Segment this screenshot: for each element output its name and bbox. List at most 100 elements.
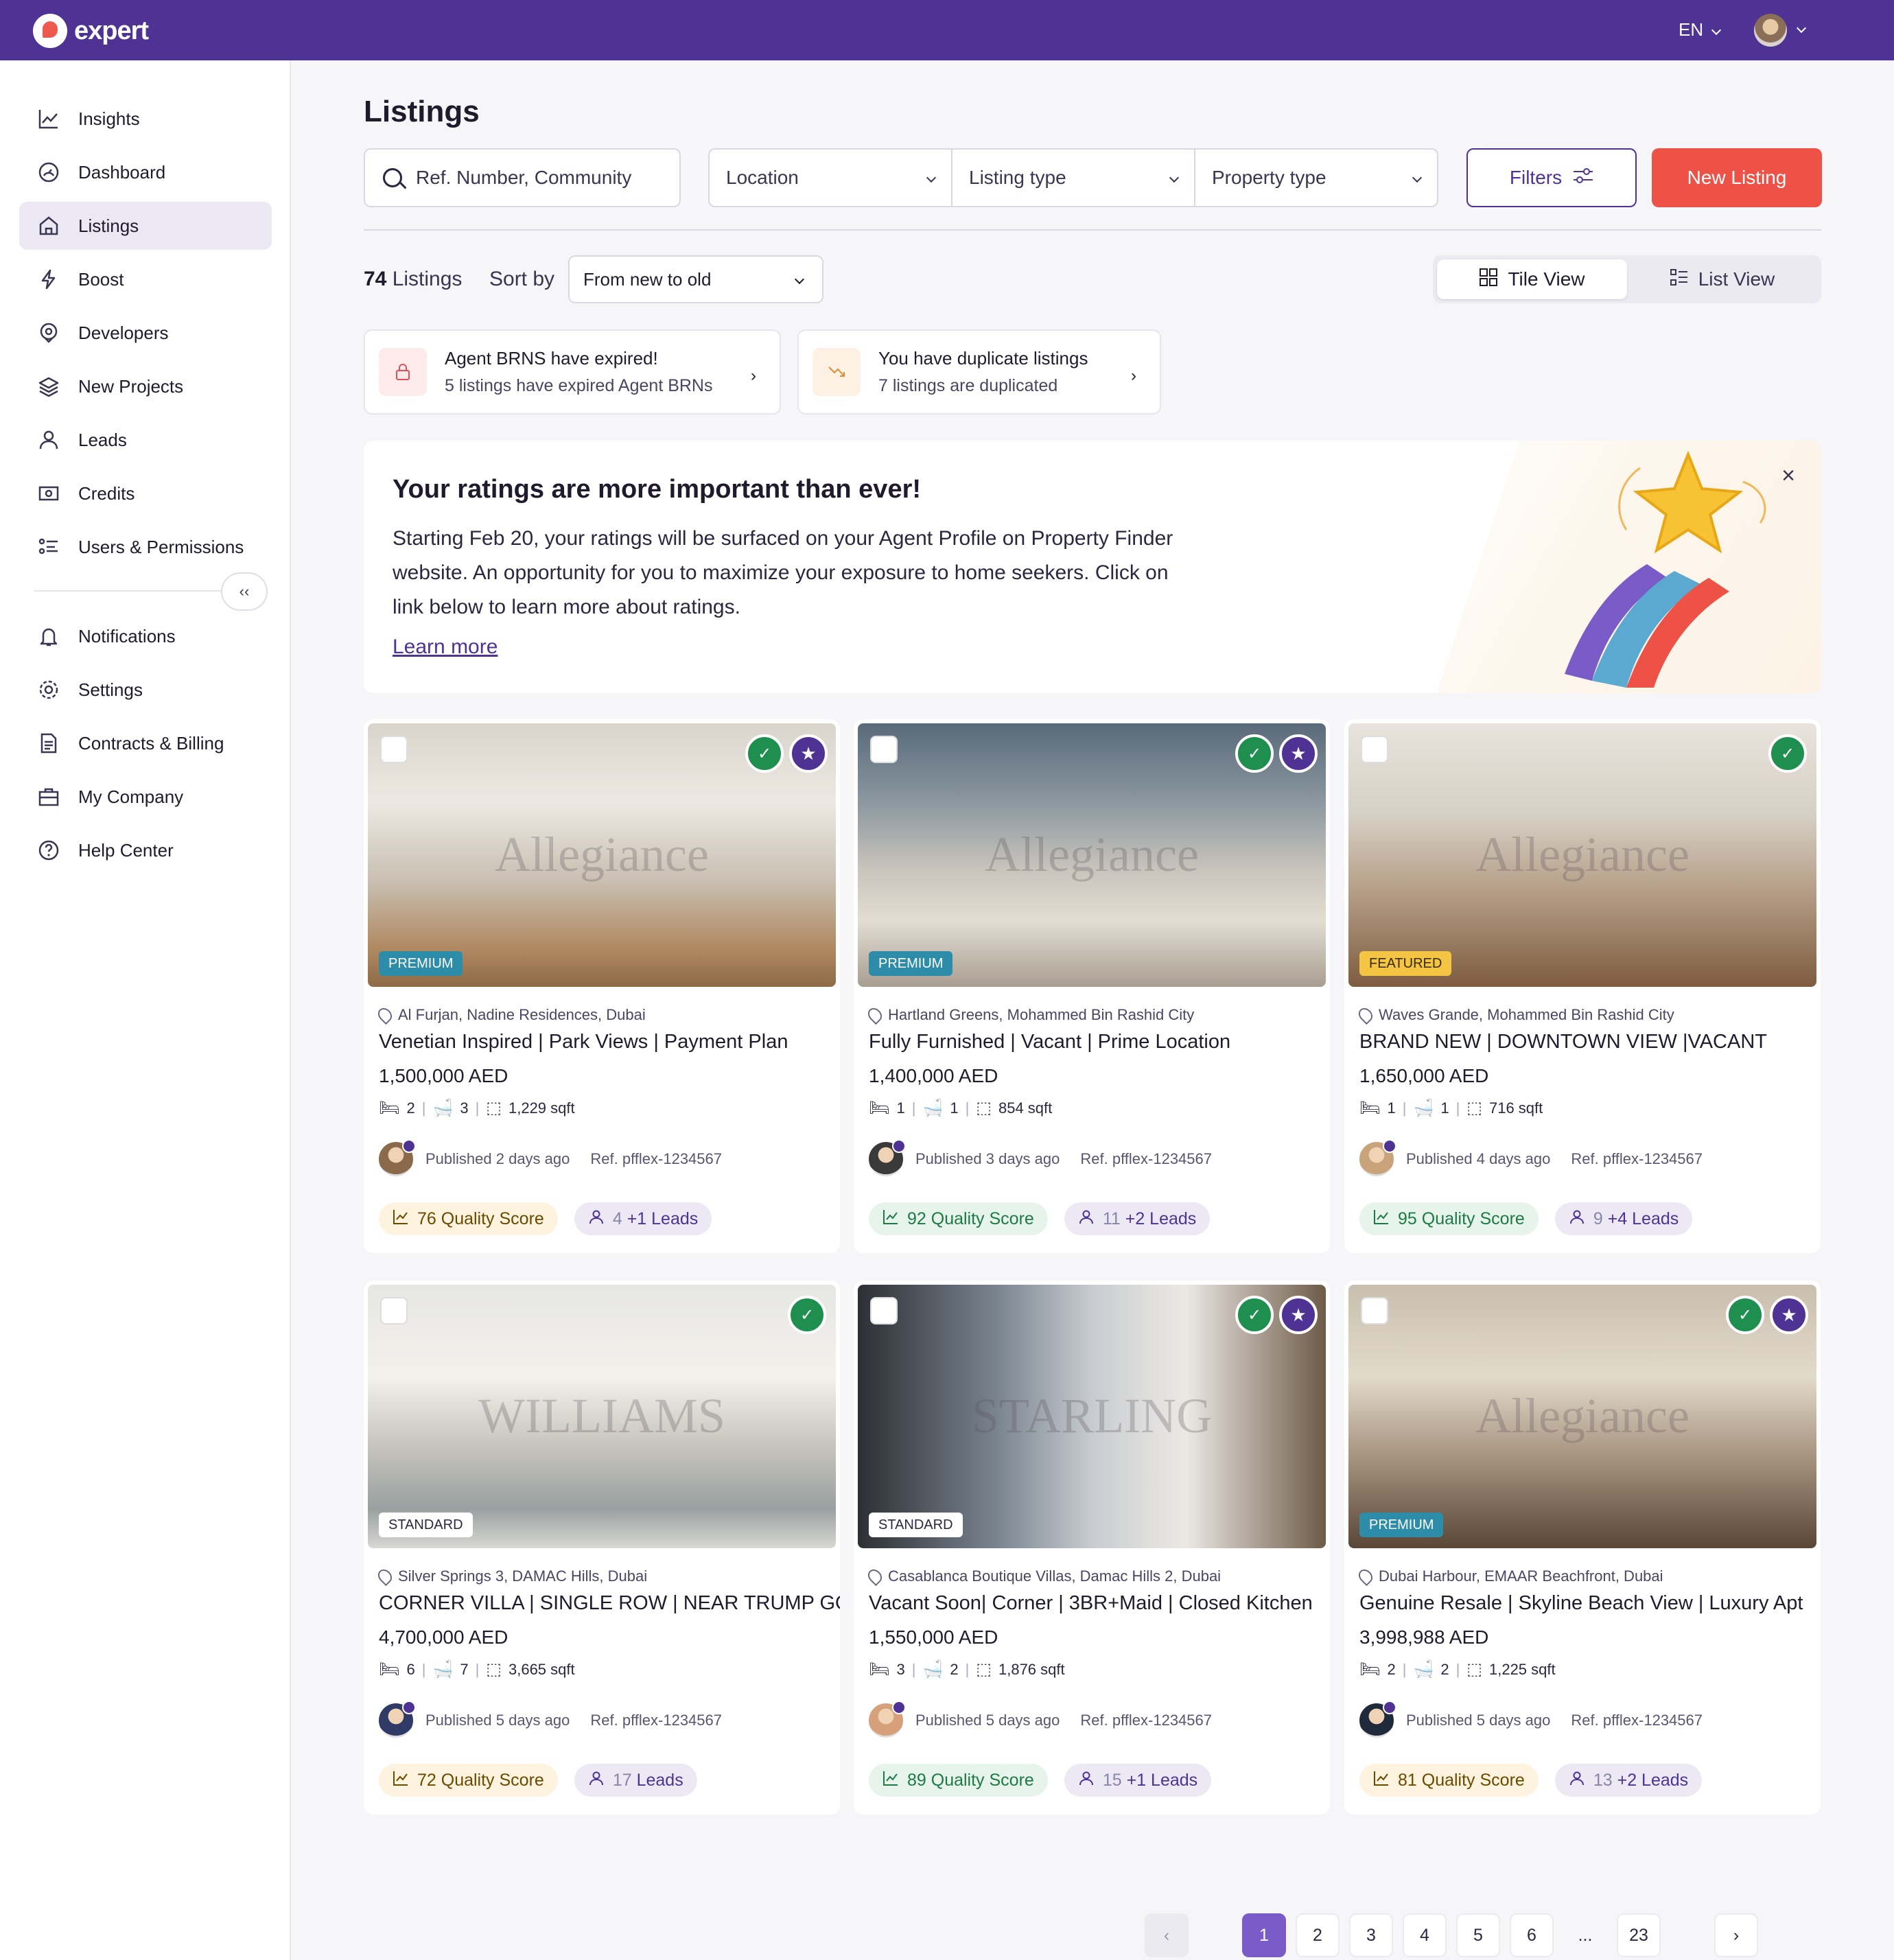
sidebar-item-my-company[interactable]: My Company [19, 773, 272, 821]
leads-chip[interactable]: 9 +4 Leads [1554, 1202, 1693, 1235]
listing-card[interactable]: Allegiance ✓ FEATURED Waves Grande, Moha… [1344, 719, 1821, 1253]
sidebar-item-users-permissions[interactable]: Users & Permissions [19, 523, 272, 571]
sidebar-item-dashboard[interactable]: Dashboard [19, 148, 272, 196]
listing-photo[interactable]: Allegiance ✓ ★ PREMIUM [858, 723, 1326, 987]
collapse-sidebar-button[interactable]: ‹‹ [221, 572, 268, 611]
page-button[interactable]: 5 [1456, 1913, 1500, 1957]
filters-button[interactable]: Filters [1466, 148, 1637, 207]
agent-avatar[interactable] [869, 1139, 906, 1176]
language-selector[interactable]: EN [1679, 19, 1722, 40]
gear-icon [37, 678, 60, 701]
sidebar-item-developers[interactable]: Developers [19, 309, 272, 357]
listing-title[interactable]: Vacant Soon| Corner | 3BR+Maid | Closed … [869, 1592, 1313, 1615]
leads-chip[interactable]: 17 Leads [574, 1764, 697, 1797]
leads-chip[interactable]: 15 +1 Leads [1064, 1764, 1212, 1797]
list-view-button[interactable]: List View [1627, 259, 1817, 299]
superagent-star-icon: ★ [1279, 1296, 1318, 1334]
quality-score-chip[interactable]: 72 Quality Score [379, 1764, 558, 1797]
page-button[interactable]: 3 [1349, 1913, 1393, 1957]
listing-title[interactable]: Genuine Resale | Skyline Beach View | Lu… [1359, 1592, 1803, 1615]
location-dropdown[interactable]: Location [710, 150, 952, 206]
search-input[interactable]: Ref. Number, Community [364, 148, 681, 207]
leads-chip[interactable]: 13 +2 Leads [1554, 1764, 1703, 1797]
new-listing-button[interactable]: New Listing [1652, 148, 1822, 207]
listing-card[interactable]: Allegiance ✓ ★ PREMIUM Hartland Greens, … [854, 719, 1330, 1253]
listing-photo[interactable]: Allegiance ✓ ★ PREMIUM [1348, 1285, 1816, 1548]
leads-chip[interactable]: 11 +2 Leads [1064, 1202, 1211, 1235]
listing-title[interactable]: BRAND NEW | DOWNTOWN VIEW |VACANT [1359, 1031, 1767, 1053]
quality-score-chip[interactable]: 76 Quality Score [379, 1202, 558, 1235]
listing-chips: 76 Quality Score 4 +1 Leads [379, 1202, 712, 1235]
quality-score-chip[interactable]: 89 Quality Score [869, 1764, 1048, 1797]
chevron-down-icon[interactable] [1796, 23, 1807, 34]
bed-icon: 🛏 [379, 1099, 400, 1117]
expert-logo[interactable]: expert [33, 14, 149, 48]
select-checkbox[interactable] [870, 736, 898, 763]
sidebar-item-credits[interactable]: Credits [19, 469, 272, 517]
agent-avatar[interactable] [1359, 1139, 1396, 1176]
sidebar-item-contracts-billing[interactable]: Contracts & Billing [19, 719, 272, 767]
quality-score-chip[interactable]: 92 Quality Score [869, 1202, 1048, 1235]
agent-avatar[interactable] [869, 1701, 906, 1738]
expired-brn-alert[interactable]: Agent BRNS have expired! 5 listings have… [364, 329, 781, 415]
leads-chip[interactable]: 4 +1 Leads [574, 1202, 712, 1235]
select-checkbox[interactable] [870, 1297, 898, 1325]
sidebar-item-new-projects[interactable]: New Projects [19, 362, 272, 410]
sidebar-item-listings[interactable]: Listings [19, 202, 272, 250]
agent-avatar[interactable] [379, 1701, 416, 1738]
bath-icon: 🛁 [1413, 1660, 1434, 1679]
quality-score-text: 81 Quality Score [1398, 1770, 1525, 1790]
baths-count: 1 [1440, 1099, 1449, 1117]
select-checkbox[interactable] [1361, 1297, 1388, 1325]
prev-page-button[interactable]: ‹ [1145, 1913, 1189, 1957]
sliders-icon [1573, 167, 1593, 189]
list-users-icon [37, 535, 60, 559]
location-text: Casablanca Boutique Villas, Damac Hills … [888, 1567, 1221, 1585]
sort-dropdown[interactable]: From new to old [568, 255, 823, 303]
listing-card[interactable]: Allegiance ✓ ★ PREMIUM Dubai Harbour, EM… [1344, 1281, 1821, 1815]
bed-icon: 🛏 [869, 1099, 890, 1117]
select-checkbox[interactable] [1361, 736, 1388, 763]
listing-card[interactable]: STARLING ✓ ★ STANDARD Casablanca Boutiqu… [854, 1281, 1330, 1815]
listing-photo[interactable]: Allegiance ✓ FEATURED [1348, 723, 1816, 987]
sidebar-item-settings[interactable]: Settings [19, 666, 272, 714]
sidebar-item-leads[interactable]: Leads [19, 416, 272, 464]
sidebar-item-boost[interactable]: Boost [19, 255, 272, 303]
agent-avatar[interactable] [379, 1139, 416, 1176]
quality-score-chip[interactable]: 95 Quality Score [1359, 1202, 1539, 1235]
user-avatar[interactable] [1754, 14, 1787, 47]
sidebar-item-insights[interactable]: Insights [19, 95, 272, 143]
page-button[interactable]: 1 [1242, 1913, 1286, 1957]
listing-card[interactable]: Allegiance ✓ ★ PREMIUM Al Furjan, Nadine… [364, 719, 840, 1253]
page-button[interactable]: 2 [1296, 1913, 1340, 1957]
tile-view-button[interactable]: Tile View [1437, 259, 1627, 299]
trend-down-icon [812, 348, 861, 396]
pin-icon [1355, 1566, 1376, 1587]
select-checkbox[interactable] [380, 736, 408, 763]
quality-score-chip[interactable]: 81 Quality Score [1359, 1764, 1539, 1797]
listing-title[interactable]: Fully Furnished | Vacant | Prime Locatio… [869, 1031, 1230, 1053]
property-type-dropdown[interactable]: Property type [1195, 150, 1437, 206]
learn-more-link[interactable]: Learn more [393, 635, 498, 659]
listing-title[interactable]: Venetian Inspired | Park Views | Payment… [379, 1031, 788, 1053]
sidebar-item-notifications[interactable]: Notifications [19, 612, 272, 660]
sidebar-item-label: New Projects [78, 375, 184, 397]
listing-photo[interactable]: Allegiance ✓ ★ PREMIUM [368, 723, 836, 987]
page-button[interactable]: 6 [1510, 1913, 1554, 1957]
close-icon[interactable]: × [1781, 463, 1795, 489]
agent-avatar[interactable] [1359, 1701, 1396, 1738]
listing-photo[interactable]: WILLIAMS ✓ STANDARD [368, 1285, 836, 1548]
bed-icon: 🛏 [379, 1660, 400, 1679]
next-page-button[interactable]: › [1714, 1913, 1758, 1957]
listing-photo[interactable]: STARLING ✓ ★ STANDARD [858, 1285, 1326, 1548]
page-button[interactable]: 23 [1617, 1913, 1661, 1957]
sidebar-item-help-center[interactable]: Help Center [19, 826, 272, 874]
listing-title[interactable]: CORNER VILLA | SINGLE ROW | NEAR TRUMP G… [379, 1592, 840, 1615]
duplicate-listings-alert[interactable]: You have duplicate listings 7 listings a… [797, 329, 1161, 415]
select-checkbox[interactable] [380, 1297, 408, 1325]
listing-type-dropdown[interactable]: Listing type [952, 150, 1195, 206]
page-button[interactable]: 4 [1403, 1913, 1447, 1957]
lock-icon [379, 348, 427, 396]
reference-text: Ref. pfflex-1234567 [590, 1150, 722, 1167]
listing-card[interactable]: WILLIAMS ✓ STANDARD Silver Springs 3, DA… [364, 1281, 840, 1815]
